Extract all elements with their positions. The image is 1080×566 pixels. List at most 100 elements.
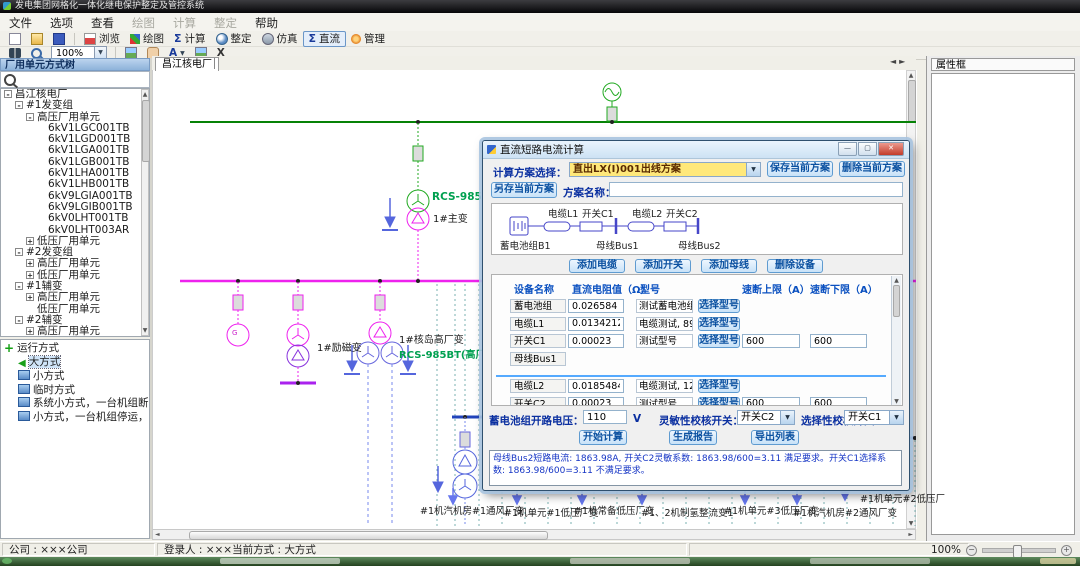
mode-node[interactable]: 系统小方式，一台机组断开 — [1, 397, 149, 411]
calc-button[interactable]: Σ计算 — [169, 32, 211, 46]
tree-toggle-icon[interactable] — [26, 271, 34, 279]
menu-item[interactable]: 整定 — [205, 13, 246, 33]
export-list-button[interactable]: 导出列表 — [751, 430, 799, 445]
resistance-input[interactable] — [568, 397, 624, 407]
tree-toggle-icon[interactable] — [26, 259, 34, 267]
new-file-button[interactable] — [4, 32, 26, 46]
menu-item[interactable]: 选项 — [41, 13, 82, 33]
status-zoom-control: 100% − + — [931, 544, 1072, 556]
taskbar-tray[interactable] — [1040, 558, 1076, 564]
mode-node[interactable]: 运行方式 — [1, 342, 149, 356]
mode-node[interactable]: 大方式 — [1, 356, 149, 371]
dc-button[interactable]: Σ直流 — [303, 31, 347, 47]
select-model-button[interactable]: 选择型号 — [698, 334, 740, 348]
selectivity-switch-combo[interactable]: 开关C1 ▼ — [844, 410, 904, 425]
mode-node[interactable]: 小方式 — [1, 370, 149, 384]
zoom-slider[interactable] — [982, 548, 1056, 553]
manage-button[interactable]: 管理 — [346, 32, 390, 46]
taskbar-button[interactable] — [570, 558, 690, 564]
scroll-down-icon[interactable]: ▼ — [142, 327, 148, 334]
menu-item[interactable]: 查看 — [82, 13, 123, 33]
scroll-left-icon[interactable]: ◄ — [155, 531, 160, 539]
generate-report-button[interactable]: 生成报告 — [669, 430, 717, 445]
resistance-input[interactable] — [568, 317, 624, 331]
search-input[interactable] — [19, 73, 149, 87]
taskbar-button[interactable] — [810, 558, 930, 564]
open-button[interactable] — [26, 32, 48, 46]
scroll-up-icon[interactable]: ▲ — [142, 91, 148, 98]
battery-voltage-input[interactable] — [583, 410, 627, 424]
select-model-button[interactable]: 选择型号 — [698, 299, 740, 313]
save-icon — [53, 33, 65, 45]
tree-node[interactable]: 低压厂用单元 — [1, 270, 149, 281]
table-row: 电缆L2 电缆测试, 123m, 1 选择型号 — [492, 379, 892, 393]
select-model-button[interactable]: 选择型号 — [698, 379, 740, 393]
tree-node[interactable]: 低压厂用单元 — [1, 236, 149, 247]
scheme-dropdown-icon[interactable]: ▼ — [746, 163, 760, 176]
dialog-titlebar[interactable]: 直流短路电流计算 — ▢ ✕ — [483, 141, 909, 159]
hscroll-thumb[interactable] — [189, 531, 548, 540]
lower-limit-input[interactable] — [810, 397, 867, 407]
save-button[interactable] — [48, 32, 70, 46]
tree-toggle-icon[interactable] — [15, 101, 23, 109]
canvas-hscrollbar[interactable]: ◄ ► — [152, 529, 916, 540]
tree-toggle-icon[interactable] — [26, 113, 34, 121]
resistance-input[interactable] — [568, 334, 624, 348]
draw-button[interactable]: 绘图 — [125, 32, 169, 46]
add-switch-button[interactable]: 添加开关 — [635, 259, 691, 273]
tree-toggle-icon[interactable] — [4, 90, 12, 98]
add-bus-button[interactable]: 添加母线 — [701, 259, 757, 273]
mode-node[interactable]: 小方式，一台机组停运，系统侧断开 — [1, 411, 149, 425]
minimize-button[interactable]: — — [838, 142, 857, 156]
tree-toggle-icon[interactable] — [15, 282, 23, 290]
scroll-right-icon[interactable]: ► — [908, 531, 913, 539]
tree-scrollbar[interactable]: ▲ ▼ — [141, 89, 149, 336]
setting-button[interactable]: 整定 — [211, 32, 257, 46]
tree-node-label: 6kV9LGIA001TB — [48, 190, 133, 202]
lower-limit-input[interactable] — [810, 334, 867, 348]
taskbar-button[interactable] — [220, 558, 340, 564]
menu-item[interactable]: 帮助 — [246, 13, 287, 33]
zoom-slider-thumb[interactable] — [1013, 545, 1022, 558]
table-scrollbar[interactable]: ▲ ▼ — [891, 276, 901, 406]
scheme-name-input[interactable] — [609, 182, 903, 197]
menu-bar: 文件选项查看绘图计算整定帮助 — [0, 13, 1080, 32]
unit-tree: 昌江核电厂#1发变组高压厂用单元6kV1LGC001TB6kV1LGD001TB… — [0, 88, 150, 337]
select-model-button[interactable]: 选择型号 — [698, 317, 740, 331]
start-orb[interactable] — [2, 558, 12, 564]
resistance-input[interactable] — [568, 299, 624, 313]
maximize-button[interactable]: ▢ — [858, 142, 877, 156]
zoom-out-icon[interactable]: − — [966, 545, 977, 556]
close-button[interactable]: ✕ — [878, 142, 904, 156]
select-model-button[interactable]: 选择型号 — [698, 397, 740, 407]
save-scheme-button[interactable]: 保存当前方案 — [767, 161, 833, 177]
saveas-scheme-button[interactable]: 另存当前方案 — [491, 182, 557, 198]
tree-toggle-icon[interactable] — [26, 293, 34, 301]
tree-toggle-icon[interactable] — [15, 248, 23, 256]
upper-limit-input[interactable] — [742, 397, 800, 407]
menu-item[interactable]: 计算 — [164, 13, 205, 33]
sensitivity-switch-combo[interactable]: 开关C2 ▼ — [737, 410, 795, 425]
browse-button[interactable]: 浏览 — [79, 32, 125, 46]
properties-body[interactable] — [931, 73, 1075, 535]
tree-node[interactable]: 高压厂用单元 — [1, 326, 149, 337]
tree-toggle-icon[interactable] — [26, 237, 34, 245]
start-calc-button[interactable]: 开始计算 — [579, 430, 627, 445]
tree-node-label: 6kV1LGC001TB — [48, 122, 130, 134]
simulate-button[interactable]: 仿真 — [257, 32, 303, 46]
menu-item[interactable]: 绘图 — [123, 13, 164, 33]
windows-taskbar[interactable] — [0, 557, 1080, 566]
resistance-input[interactable] — [568, 379, 624, 393]
tree-toggle-icon[interactable] — [15, 316, 23, 324]
delete-device-button[interactable]: 删除设备 — [767, 259, 823, 273]
tree-node[interactable]: 低压厂用单元 — [1, 304, 149, 315]
upper-limit-input[interactable] — [742, 334, 800, 348]
scheme-combo[interactable]: 直出LX(I)001出线方案 ▼ — [569, 162, 761, 177]
delete-scheme-button[interactable]: 删除当前方案 — [839, 161, 905, 177]
add-cable-button[interactable]: 添加电缆 — [569, 259, 625, 273]
mode-node[interactable]: 临时方式 — [1, 384, 149, 398]
tree-toggle-icon[interactable] — [26, 327, 34, 335]
zoom-in-icon[interactable]: + — [1061, 545, 1072, 556]
menu-item[interactable]: 文件 — [0, 13, 41, 33]
tree-node[interactable]: 昌江核电厂 — [1, 89, 149, 100]
